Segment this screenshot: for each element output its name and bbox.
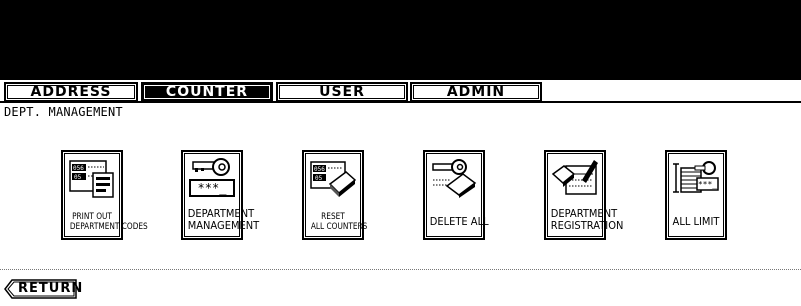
code-a-text: 056 <box>314 166 325 173</box>
tile-label: ALL LIMIT <box>672 215 720 228</box>
tile-label: DELETE ALL <box>429 215 489 228</box>
eraser-counter-icon: 056 05 <box>310 161 356 197</box>
key-eraser-icon <box>432 159 477 198</box>
tile-label: RESET ALL COUNTERS <box>310 212 368 232</box>
print-out-department-codes-button[interactable]: 056 05 PRINT OUT DEPARTMENT CODES <box>61 150 148 240</box>
department-management-button[interactable]: ***_ DEPARTMENT MANAGEMENT <box>181 150 260 240</box>
key-password-icon: ***_ <box>189 158 235 197</box>
reset-all-counters-button[interactable]: 056 05 RESET ALL COUNTERS <box>302 150 368 240</box>
title-bar <box>0 0 801 80</box>
breadcrumb: DEPT. MANAGEMENT <box>4 105 123 119</box>
delete-all-button[interactable]: DELETE ALL <box>423 150 489 240</box>
return-label: RETURN <box>18 281 84 296</box>
tab-counter[interactable]: COUNTER <box>141 82 273 102</box>
tile-label: DEPARTMENT MANAGEMENT <box>187 207 260 232</box>
department-registration-button[interactable]: DEPARTMENT REGISTRATION <box>544 150 624 240</box>
all-limit-button[interactable]: ***_ ALL LIMIT <box>665 150 727 240</box>
print-codes-icon: 056 05 <box>69 160 114 198</box>
code-a-text: 056 <box>73 165 84 172</box>
register-pen-icon <box>552 160 598 195</box>
tile-label: DEPARTMENT REGISTRATION <box>550 207 624 232</box>
return-button[interactable]: RETURN <box>4 279 82 299</box>
tab-bar: ADDRESS COUNTER USER ADMIN <box>0 80 801 103</box>
tile-label: PRINT OUT DEPARTMENT CODES <box>69 212 148 232</box>
tab-user[interactable]: USER <box>276 82 408 102</box>
divider <box>0 269 801 270</box>
tab-admin[interactable]: ADMIN <box>410 82 542 102</box>
code-b-text: 05 <box>315 175 323 182</box>
password-stars-text: ***_ <box>698 180 717 189</box>
code-b-text: 05 <box>74 174 82 181</box>
limit-stack-icon: ***_ <box>673 161 719 193</box>
tab-address[interactable]: ADDRESS <box>4 82 138 102</box>
password-stars-text: ***_ <box>198 181 228 195</box>
